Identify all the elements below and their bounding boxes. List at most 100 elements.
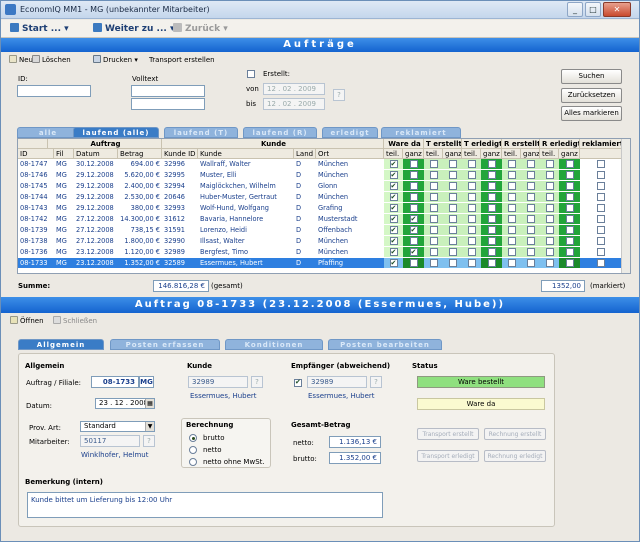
- start-button[interactable]: Start ... ▾: [10, 22, 69, 36]
- table-row[interactable]: 08-1733 MG 23.12.2008 1.352,00 € 32589 Esserm…: [18, 258, 622, 268]
- calendar-icon[interactable]: ▦: [145, 399, 154, 408]
- table-row[interactable]: 08-1745 MG 29.12.2008 2.400,00 € 32994 Maiglö…: [18, 181, 622, 191]
- row-checkbox[interactable]: [389, 247, 398, 257]
- row-checkbox[interactable]: [467, 248, 476, 256]
- transport-erstellt-button[interactable]: Transport erstellt: [417, 428, 479, 440]
- kunde-id-field[interactable]: 32989: [188, 376, 248, 388]
- row-checkbox[interactable]: [409, 204, 418, 212]
- weiter-button[interactable]: Weiter zu ... ▾: [93, 22, 174, 36]
- row-checkbox[interactable]: [389, 214, 398, 224]
- row-checkbox[interactable]: [545, 204, 554, 212]
- row-checkbox[interactable]: [487, 182, 496, 190]
- row-checkbox[interactable]: [545, 237, 554, 245]
- row-checkbox[interactable]: [487, 193, 496, 201]
- table-row[interactable]: 08-1744 MG 29.12.2008 2.530,00 € 20646 Huber-…: [18, 192, 622, 202]
- row-checkbox[interactable]: [597, 226, 605, 234]
- transport-erledigt-button[interactable]: Transport erledigt: [417, 450, 479, 462]
- row-checkbox[interactable]: [487, 215, 496, 223]
- row-checkbox[interactable]: [429, 248, 438, 256]
- close-button[interactable]: ✕: [603, 2, 631, 17]
- zurueck-button[interactable]: Zurück ▾: [173, 22, 228, 36]
- row-checkbox[interactable]: [545, 171, 554, 179]
- tab-erledigt[interactable]: erledigt: [322, 127, 378, 138]
- row-checkbox[interactable]: [467, 204, 476, 212]
- row-checkbox[interactable]: [487, 237, 496, 245]
- row-checkbox[interactable]: [487, 171, 496, 179]
- id-input[interactable]: [17, 85, 91, 97]
- minimize-button[interactable]: _: [567, 2, 583, 17]
- tab-laufend-alle[interactable]: laufend (alle): [73, 127, 159, 138]
- brutto-radio[interactable]: [189, 434, 197, 442]
- row-checkbox[interactable]: [409, 259, 418, 267]
- row-checkbox[interactable]: [448, 193, 457, 201]
- row-checkbox[interactable]: [448, 226, 457, 234]
- row-checkbox[interactable]: [565, 215, 574, 223]
- volltext-input-2[interactable]: [131, 98, 205, 110]
- row-checkbox[interactable]: [487, 160, 496, 168]
- row-checkbox[interactable]: [597, 248, 605, 256]
- row-checkbox[interactable]: [487, 248, 496, 256]
- row-checkbox[interactable]: [565, 193, 574, 201]
- table-row[interactable]: 08-1739 MG 27.12.2008 738,15 € 31591 Lorenzo,…: [18, 225, 622, 235]
- row-checkbox[interactable]: [597, 215, 605, 223]
- netto-ohne-mwst-radio[interactable]: [189, 458, 197, 466]
- tab-konditionen[interactable]: Konditionen: [225, 339, 323, 350]
- col-betrag[interactable]: Betrag: [118, 149, 162, 159]
- row-checkbox[interactable]: [507, 204, 516, 212]
- col-kunde[interactable]: Kunde: [198, 149, 294, 159]
- table-row[interactable]: 08-1736 MG 23.12.2008 1.120,00 € 32989 Bergfe…: [18, 247, 622, 257]
- row-checkbox[interactable]: [467, 171, 476, 179]
- row-checkbox[interactable]: [597, 160, 605, 168]
- row-checkbox[interactable]: [389, 258, 398, 268]
- tab-reklamiert[interactable]: reklamiert: [381, 127, 461, 138]
- row-checkbox[interactable]: [597, 237, 605, 245]
- row-checkbox[interactable]: [389, 170, 398, 180]
- row-checkbox[interactable]: [507, 160, 516, 168]
- col-datum[interactable]: Datum: [74, 149, 118, 159]
- row-checkbox[interactable]: [389, 192, 398, 202]
- transport-erstellen-button[interactable]: Transport erstellen: [149, 54, 215, 66]
- row-checkbox[interactable]: [429, 171, 438, 179]
- row-checkbox[interactable]: [467, 182, 476, 190]
- netto-radio[interactable]: [189, 446, 197, 454]
- row-checkbox[interactable]: [487, 204, 496, 212]
- row-checkbox[interactable]: [448, 204, 457, 212]
- mitarbeiter-id-field[interactable]: 50117: [80, 435, 140, 447]
- table-row[interactable]: 08-1743 MG 29.12.2008 380,00 € 32993 Wolf-Hun…: [18, 203, 622, 213]
- suchen-button[interactable]: Suchen: [561, 69, 622, 84]
- row-checkbox[interactable]: [565, 226, 574, 234]
- row-checkbox[interactable]: [429, 237, 438, 245]
- volltext-input[interactable]: [131, 85, 205, 97]
- row-checkbox[interactable]: [467, 237, 476, 245]
- row-checkbox[interactable]: [409, 225, 418, 235]
- col-land[interactable]: Land: [294, 149, 316, 159]
- table-row[interactable]: 08-1746 MG 29.12.2008 5.620,00 € 32995 Muster…: [18, 170, 622, 180]
- datum-picker[interactable]: 23 . 12 . 2008 ▦: [95, 398, 155, 409]
- row-checkbox[interactable]: [429, 204, 438, 212]
- row-checkbox[interactable]: [526, 204, 535, 212]
- row-checkbox[interactable]: [448, 237, 457, 245]
- row-checkbox[interactable]: [565, 237, 574, 245]
- row-checkbox[interactable]: [448, 160, 457, 168]
- row-checkbox[interactable]: [467, 160, 476, 168]
- row-checkbox[interactable]: [507, 182, 516, 190]
- row-checkbox[interactable]: [448, 171, 457, 179]
- row-checkbox[interactable]: [526, 182, 535, 190]
- loeschen-button[interactable]: Löschen: [32, 54, 71, 66]
- row-checkbox[interactable]: [487, 259, 496, 267]
- row-checkbox[interactable]: [507, 248, 516, 256]
- erstellt-checkbox[interactable]: [247, 70, 255, 78]
- table-row[interactable]: 08-1742 MG 27.12.2008 14.300,00 € 31612 Bavar…: [18, 214, 622, 224]
- row-checkbox[interactable]: [467, 193, 476, 201]
- date-help-button[interactable]: ?: [333, 89, 345, 101]
- rechnung-erledigt-button[interactable]: Rechnung erledigt: [484, 450, 546, 462]
- row-checkbox[interactable]: [389, 236, 398, 246]
- row-checkbox[interactable]: [597, 182, 605, 190]
- row-checkbox[interactable]: [565, 160, 574, 168]
- row-checkbox[interactable]: [545, 193, 554, 201]
- row-checkbox[interactable]: [389, 181, 398, 191]
- row-checkbox[interactable]: [526, 171, 535, 179]
- col-id[interactable]: ID: [18, 149, 54, 159]
- row-checkbox[interactable]: [409, 214, 418, 224]
- row-checkbox[interactable]: [429, 215, 438, 223]
